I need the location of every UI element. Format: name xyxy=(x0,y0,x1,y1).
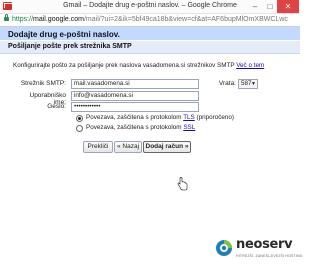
tls-radio[interactable] xyxy=(76,115,83,122)
maximize-button[interactable]: □ xyxy=(262,0,278,13)
logo-text: neoserv xyxy=(236,237,293,252)
password-input[interactable]: •••••••••••• xyxy=(71,102,199,112)
tls-option-label: Povezava, zaščitena s protokolom TLS (pr… xyxy=(86,114,234,121)
neoserv-logo-icon xyxy=(216,240,232,256)
tls-suffix: (priporočeno) xyxy=(196,114,234,121)
neoserv-logo: neoserv HITREJŠI, ZANESLJIVEJŠI HOSTING xyxy=(215,236,302,264)
dialog-title: Dodajte drug e-poštni naslov. xyxy=(8,30,120,39)
smtp-server-input[interactable]: mail.vasadomena.si xyxy=(71,79,199,89)
cancel-button[interactable]: Prekliči xyxy=(83,141,113,153)
intro-text-body: Konfigurirajte pošto za pošiljanje prek … xyxy=(13,62,235,69)
port-label: Vrata: xyxy=(218,80,236,87)
tls-link[interactable]: TLS xyxy=(183,114,195,121)
title-bar: Gmail – Dodajte drug e-poštni naslov. – … xyxy=(0,0,300,14)
address-bar[interactable]: https://mail.google.com/mail/?ui=2&ik=5b… xyxy=(0,14,300,27)
intro-text: Konfigurirajte pošto za pošiljanje prek … xyxy=(13,62,264,69)
chevron-down-icon: ▼ xyxy=(251,81,256,87)
url-text[interactable]: https://mail.google.com/mail/?ui=2&ik=5b… xyxy=(12,15,296,25)
ssl-option-text: Povezava, zaščitena s protokolom xyxy=(86,124,182,131)
section-header: Pošiljanje pošte prek strežnika SMTP xyxy=(0,41,300,54)
hand-cursor-icon xyxy=(177,177,188,191)
add-account-button[interactable]: Dodaj račun » xyxy=(143,141,191,153)
tls-option-text: Povezava, zaščitena s protokolom xyxy=(86,114,182,121)
lock-icon xyxy=(4,14,9,21)
username-input[interactable]: info@vasadomena.si xyxy=(71,91,199,101)
learn-more-link[interactable]: Več o tem xyxy=(236,62,264,69)
url-host: mail.google.com xyxy=(33,16,84,23)
dialog-header: Dodajte drug e-poštni naslov. xyxy=(0,27,300,40)
url-scheme: https:// xyxy=(12,16,34,23)
url-path: /mail/?ui=2&ik=5bf49ca18b&view=cf&at=AF6… xyxy=(83,16,288,23)
password-label: Geslo: xyxy=(47,103,66,110)
section-title: Pošiljanje pošte prek strežnika SMTP xyxy=(8,43,132,50)
minimize-button[interactable]: – xyxy=(247,0,263,13)
ssl-radio[interactable] xyxy=(76,125,83,132)
browser-window: Gmail – Dodajte drug e-poštni naslov. – … xyxy=(0,0,302,272)
ssl-option-label: Povezava, zaščitena s protokolom SSL xyxy=(86,124,195,131)
ssl-link[interactable]: SSL xyxy=(183,124,195,131)
back-button[interactable]: « Nazaj xyxy=(114,141,142,153)
port-value: 587 xyxy=(241,80,252,87)
port-select[interactable]: 587 ▼ xyxy=(238,79,258,89)
smtp-server-label: Strežnik SMTP: xyxy=(20,80,66,87)
close-button[interactable]: ✕ xyxy=(277,0,299,13)
logo-tagline: HITREJŠI, ZANESLJIVEJŠI HOSTING xyxy=(236,254,303,258)
